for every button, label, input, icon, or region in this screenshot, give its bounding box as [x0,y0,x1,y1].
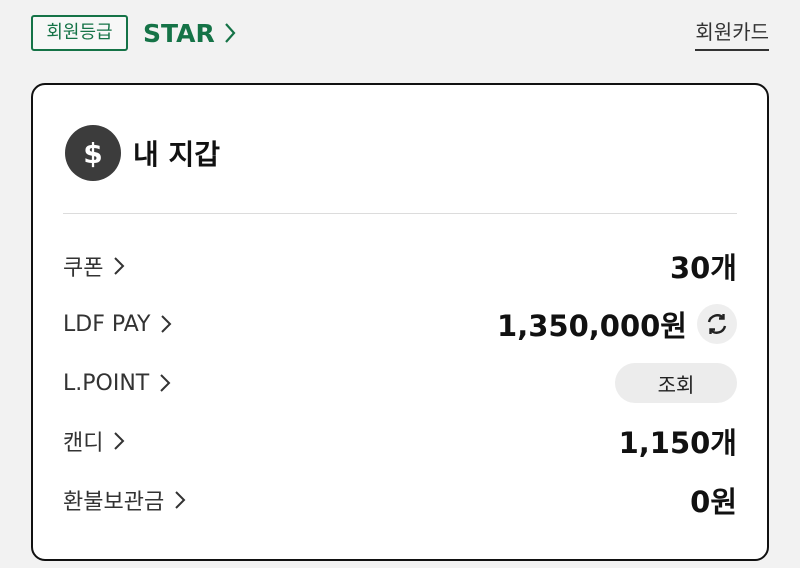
row-label: 캔디 [63,431,104,456]
refund-deposit-link[interactable]: 환불보관금 [63,484,186,516]
wallet-card: $ 내 지갑 쿠폰 30개 LDF PAY 1,350,000원 L.POINT… [31,83,769,561]
wallet-row-refund-deposit: 환불보관금 0원 [63,478,737,522]
chevron-right-icon [113,431,125,451]
row-label: 환불보관금 [63,490,165,515]
wallet-title: 내 지갑 [133,138,221,171]
ldf-pay-link[interactable]: LDF PAY [63,312,172,337]
wallet-header: $ 내 지갑 [65,125,220,181]
chevron-right-icon [159,373,171,393]
dollar-icon: $ [65,125,121,181]
refund-deposit-amount: 0원 [690,485,737,519]
chevron-right-icon [174,490,186,510]
ldf-pay-balance: 1,350,000원 [497,309,687,343]
wallet-row-lpoint: L.POINT 조회 [63,361,737,405]
member-card-link[interactable]: 회원카드 [695,16,769,51]
candy-link[interactable]: 캔디 [63,425,125,457]
membership-grade-badge: 회원등급 [31,15,128,51]
svg-text:$: $ [83,137,102,170]
coupon-count: 30개 [669,251,737,285]
membership-grade-value: STAR [143,18,215,48]
top-bar: 회원등급 STAR 회원카드 [0,0,800,70]
divider [63,213,737,214]
chevron-right-icon [113,256,125,276]
row-label: 쿠폰 [63,256,104,281]
candy-count: 1,150개 [618,426,737,460]
lpoint-lookup-button[interactable]: 조회 [615,363,737,403]
coupon-link[interactable]: 쿠폰 [63,250,125,282]
chevron-right-icon [223,22,237,44]
refresh-button[interactable] [697,304,737,344]
refresh-icon [707,314,727,334]
ldf-pay-value-group: 1,350,000원 [497,303,737,345]
chevron-right-icon [160,314,172,334]
membership-grade-link[interactable]: STAR [143,15,237,51]
row-label: LDF PAY [63,311,151,337]
wallet-row-candy: 캔디 1,150개 [63,419,737,463]
wallet-row-ldf-pay: LDF PAY 1,350,000원 [63,302,737,346]
row-label: L.POINT [63,370,150,396]
lpoint-link[interactable]: L.POINT [63,371,171,396]
wallet-row-coupon: 쿠폰 30개 [63,244,737,288]
